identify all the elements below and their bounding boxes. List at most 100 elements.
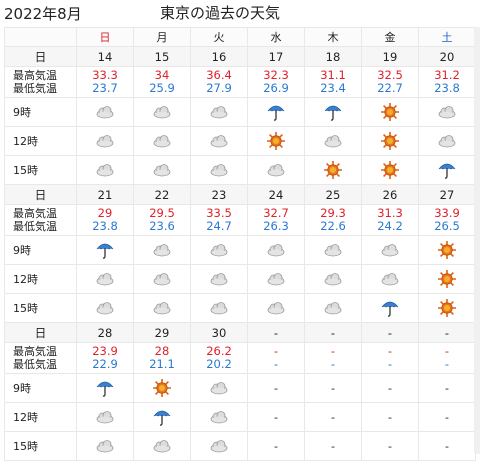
weather-cell [76, 293, 134, 323]
date-cell: - [304, 322, 362, 343]
cloud-icon [153, 164, 171, 177]
weather-cell [361, 293, 419, 323]
cloud-icon [381, 273, 399, 286]
low-temp: 24.2 [377, 219, 403, 233]
empty-cell: - [418, 402, 476, 432]
weather-cell [304, 126, 362, 156]
low-temp: 23.4 [320, 81, 346, 95]
sun-icon [324, 161, 342, 179]
page-title: 東京の過去の天気 [160, 4, 281, 22]
day-label: 日 [4, 184, 77, 205]
date-cell: 19 [361, 46, 419, 67]
weather-cell [247, 235, 305, 265]
time-label: 9時 [4, 235, 77, 265]
date-cell: 16 [190, 46, 248, 67]
high-temp-label: 最高気温 [13, 69, 57, 82]
weather-cell [133, 126, 191, 156]
weather-cell [361, 97, 419, 127]
weather-cell [133, 235, 191, 265]
time-label: 12時 [4, 126, 77, 156]
low-temp: 20.2 [206, 357, 232, 371]
date-cell: 23 [190, 184, 248, 205]
cloud-icon [267, 244, 285, 257]
weather-cell [247, 155, 305, 185]
cloud-icon [96, 164, 114, 177]
low-temp: 26.3 [263, 219, 289, 233]
weather-row-h9: 9時 [4, 97, 476, 127]
weather-cell [133, 264, 191, 294]
cloud-icon [210, 164, 228, 177]
weather-cell [190, 402, 248, 432]
cloud-icon [96, 135, 114, 148]
date-cell: 15 [133, 46, 191, 67]
weather-cell [133, 293, 191, 323]
temperature-cell: 33.9 26.5 [418, 204, 476, 236]
cloud-icon [324, 135, 342, 148]
temperature-cell: 26.2 20.2 [190, 342, 248, 374]
weather-cell [418, 126, 476, 156]
weekday-header: 水 [247, 27, 305, 47]
page-header: 2022年8月 東京の過去の天気 [0, 0, 480, 27]
weather-cell [418, 155, 476, 185]
date-cell: 29 [133, 322, 191, 343]
cloud-icon [267, 273, 285, 286]
empty-cell: - [361, 402, 419, 432]
low-temp: - [273, 357, 279, 371]
low-temp: 23.7 [92, 81, 118, 95]
cloud-icon [210, 106, 228, 119]
low-temp: 23.8 [434, 81, 460, 95]
weekday-header: 土 [418, 27, 476, 47]
empty-cell: - [304, 402, 362, 432]
date-row: 日 28 29 30- - - - [4, 322, 476, 343]
weather-cell [247, 97, 305, 127]
weather-cell [304, 155, 362, 185]
high-temp-label: 最高気温 [13, 207, 57, 220]
time-label: 15時 [4, 155, 77, 185]
date-cell: 14 [76, 46, 134, 67]
cloud-icon [153, 302, 171, 315]
cloud-icon [153, 106, 171, 119]
empty-cell: - [247, 402, 305, 432]
weekday-header: 月 [133, 27, 191, 47]
cloud-icon [381, 244, 399, 257]
cloud-icon [210, 135, 228, 148]
cloud-icon [210, 382, 228, 395]
weather-cell [133, 155, 191, 185]
time-label: 9時 [4, 373, 77, 403]
weather-row-h15: 15時 [4, 293, 476, 323]
temperature-cell: 28 21.1 [133, 342, 191, 374]
empty-cell: - [361, 373, 419, 403]
date-cell: 24 [247, 184, 305, 205]
cloud-icon [96, 273, 114, 286]
empty-cell: - [418, 431, 476, 461]
cloud-icon [96, 440, 114, 453]
weather-row-h15: 15時 - - - - [4, 431, 476, 461]
weather-cell [361, 126, 419, 156]
weather-cell [76, 97, 134, 127]
date-cell: 22 [133, 184, 191, 205]
low-temp: 26.5 [434, 219, 460, 233]
temperature-cell: 31.2 23.8 [418, 66, 476, 98]
cloud-icon [153, 273, 171, 286]
cloud-icon [324, 244, 342, 257]
weather-cell [418, 235, 476, 265]
umbrella-icon [438, 163, 456, 179]
scrollbar[interactable] [474, 27, 480, 454]
weather-cell [361, 155, 419, 185]
temperature-cell: 33.5 24.7 [190, 204, 248, 236]
temperature-cell: -- [247, 342, 305, 374]
low-temp-label: 最低気温 [13, 358, 57, 371]
weather-cell [190, 235, 248, 265]
cloud-icon [153, 440, 171, 453]
empty-cell: - [247, 373, 305, 403]
weather-cell [190, 155, 248, 185]
low-temp: - [387, 357, 393, 371]
temperature-cell: 29.3 22.6 [304, 204, 362, 236]
time-label: 12時 [4, 402, 77, 432]
high-temp-label: 最高気温 [13, 345, 57, 358]
weekday-header: 金 [361, 27, 419, 47]
empty-cell: - [304, 373, 362, 403]
cloud-icon [210, 440, 228, 453]
umbrella-icon [153, 410, 171, 426]
cloud-icon [96, 302, 114, 315]
